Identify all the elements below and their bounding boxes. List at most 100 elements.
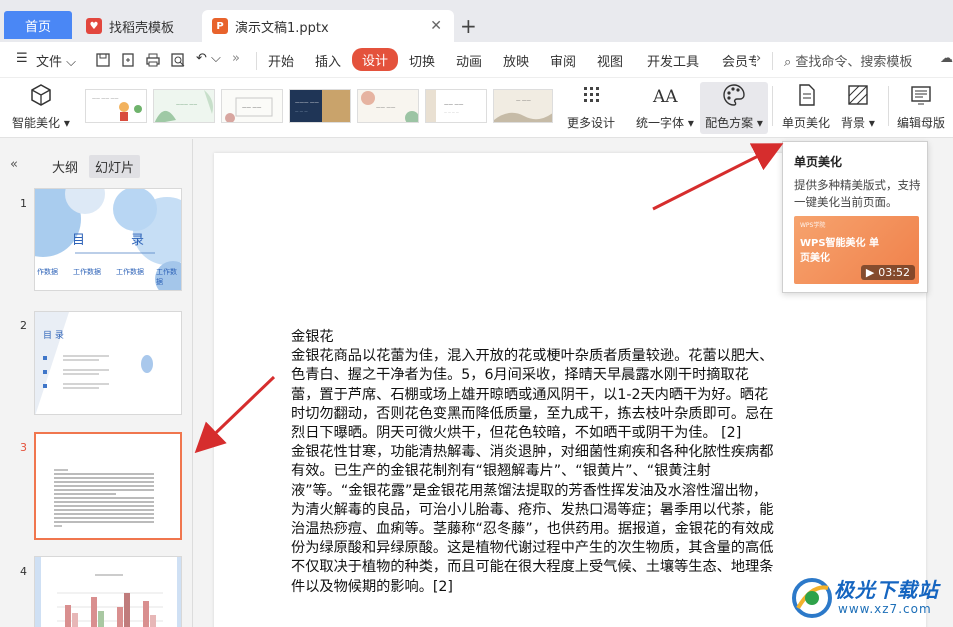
save-icon[interactable] [95,52,111,68]
color-scheme-button[interactable]: 配色方案 ▾ [700,82,768,134]
new-tab-plus-icon[interactable]: + [460,14,477,38]
cloud-icon[interactable]: ☁ [940,51,953,66]
command-search[interactable]: ⌕ 查找命令、搜索模板 [784,51,912,70]
slide-1-title-a: 目 [72,233,86,248]
watermark: 极光下载站 www.xz7.com [790,572,950,624]
design-template-thumbnail[interactable]: —— —— — — — — [425,89,487,123]
background-button[interactable]: 背景 ▾ [841,82,875,131]
design-template-thumbnail[interactable]: ——— —— — — — [289,89,351,123]
cube-icon [31,84,51,106]
slide-thumbnail-4[interactable] [34,556,182,627]
menu-transition[interactable]: 切换 [409,51,435,70]
smart-beautify-label: 智能美化 [12,116,61,130]
slide-number: 4 [20,565,27,578]
edit-master-button[interactable]: 编辑母版 [897,82,945,131]
menu-member[interactable]: 会员专 [722,51,756,70]
video-brand: WPS学院 [800,222,826,229]
menu-insert[interactable]: 插入 [315,51,341,70]
title-bar: 首页 ♥ 找稻壳模板 P 演示文稿1.pptx ✕ + [0,0,953,42]
undo-icon[interactable]: ↶ ⌵ [196,51,221,66]
menu-view[interactable]: 视图 [597,51,623,70]
watermark-name: 极光下载站 [834,578,939,602]
slide-text-box[interactable]: 金银花 金银花商品以花蕾为佳，混入开放的花或梗叶杂质者质量较逊。花蕾以肥大、色青… [291,328,775,597]
master-slide-icon [911,86,931,105]
grid-dots-icon [584,87,599,102]
edit-master-label: 编辑母版 [897,116,946,130]
close-icon[interactable]: ✕ [430,18,442,34]
template-preview-leaf: ——— —— [154,90,214,122]
design-template-thumbnail[interactable]: — —— [493,89,553,123]
svg-text:— — — —: — — — — [444,110,459,114]
print-preview-icon[interactable] [170,52,186,68]
single-page-beautify-button[interactable]: 单页美化 [782,82,830,131]
single-page-beautify-tooltip: 单页美化 提供多种精美版式，支持一键美化当前页面。 WPS学院 WPS智能美化 … [782,141,928,293]
page-icon [799,84,815,106]
template-preview-frame: —— —— [222,90,282,122]
tab-document[interactable]: P 演示文稿1.pptx ✕ [202,10,454,42]
menu-design[interactable]: 设计 [352,48,399,71]
svg-text:— — —: — — — [295,109,308,113]
slide-3-text-preview [54,469,154,527]
video-duration: ▶ 03:52 [860,265,915,280]
tooltip-title: 单页美化 [794,155,843,169]
collapse-pane-icon[interactable]: « [4,155,24,174]
menu-animation[interactable]: 动画 [456,51,482,70]
slide-2-title: 目 录 [43,331,64,341]
design-template-thumbnail[interactable]: —— —— [357,89,419,123]
slide-number-current: 3 [20,441,27,454]
design-template-thumbnail[interactable]: —— —— [221,89,283,123]
tab-slides[interactable]: 幻灯片 [89,155,141,178]
smart-beautify-button[interactable]: 智能美化 ▾ [12,82,70,131]
pane-tabs: « 大纲 幻灯片 [0,139,193,178]
menu-start[interactable]: 开始 [268,51,294,70]
text-heading: 金银花 [291,329,334,345]
ribbon-separator [888,86,889,126]
svg-text:—— ——: —— —— [242,106,262,111]
export-pdf-icon[interactable] [120,52,136,68]
slide-thumbnail-2[interactable]: 目 录 [34,311,182,415]
scroll-right-chevron-icon[interactable]: › [756,51,761,66]
print-icon[interactable] [145,52,161,68]
slide-thumbnail-1[interactable]: 目 录 作数据 工作数据 工作数据 工作数据 [34,188,182,291]
template-preview-minimal: —— —— — — — — [426,90,486,122]
menu-review[interactable]: 审阅 [550,51,576,70]
design-template-thumbnail[interactable]: —— —— —— [85,89,147,123]
palette-icon [723,84,745,106]
play-icon: ▶ [865,266,875,279]
tab-home[interactable]: 首页 [4,11,72,39]
design-ribbon: 智能美化 ▾ —— —— —— ——— —— —— —— ——— —— — — —… [0,78,953,138]
svg-text:——— ——: ——— —— [295,101,319,106]
tab-outline[interactable]: 大纲 [46,155,84,178]
background-hatch-icon [848,85,868,105]
slide-1-item: 工作数据 [73,268,101,276]
template-preview-kids: —— —— —— [86,90,146,122]
color-scheme-label: 配色方案 [705,116,754,130]
svg-text:—— ——: —— —— [444,103,464,108]
design-template-thumbnail[interactable]: ——— —— [153,89,215,123]
ribbon-separator [772,86,773,126]
watermark-logo-icon [792,578,832,618]
more-chevron-icon[interactable]: » [232,51,240,66]
file-menu[interactable]: 文件 ⌵ [36,51,76,70]
svg-text:AA: AA [652,87,678,107]
slide-1-item: 工作数据 [116,268,144,276]
hamburger-menu-icon[interactable]: ☰ [16,51,28,66]
menu-slideshow[interactable]: 放映 [503,51,529,70]
slide-number: 2 [20,319,27,332]
text-paragraph: 金银花商品以花蕾为佳，混入开放的花或梗叶杂质者质量较逊。花蕾以肥大、色青白、握之… [291,348,774,442]
slide-thumbnail-3[interactable] [34,432,182,540]
svg-text:——— ——: ——— —— [176,102,197,107]
template-preview-floral: —— —— [358,90,418,122]
font-aa-icon: AA [652,87,678,107]
unify-font-button[interactable]: AA 统一字体 ▾ [636,82,694,131]
tab-document-label: 演示文稿1.pptx [235,20,329,36]
svg-text:—— —— ——: —— —— —— [92,96,119,101]
tab-find-templates[interactable]: ♥ 找稻壳模板 [78,10,196,42]
more-design-button[interactable]: 更多设计 [567,82,615,131]
svg-text:— ——: — —— [516,99,531,104]
slide-1-item: 作数据 [37,268,58,276]
video-title: WPS智能美化 单页美化 [800,238,880,264]
menu-developer-tools[interactable]: 开发工具 [647,51,699,70]
tooltip-video[interactable]: WPS学院 WPS智能美化 单页美化 ▶ 03:52 [794,216,919,284]
watermark-url: www.xz7.com [838,602,932,616]
